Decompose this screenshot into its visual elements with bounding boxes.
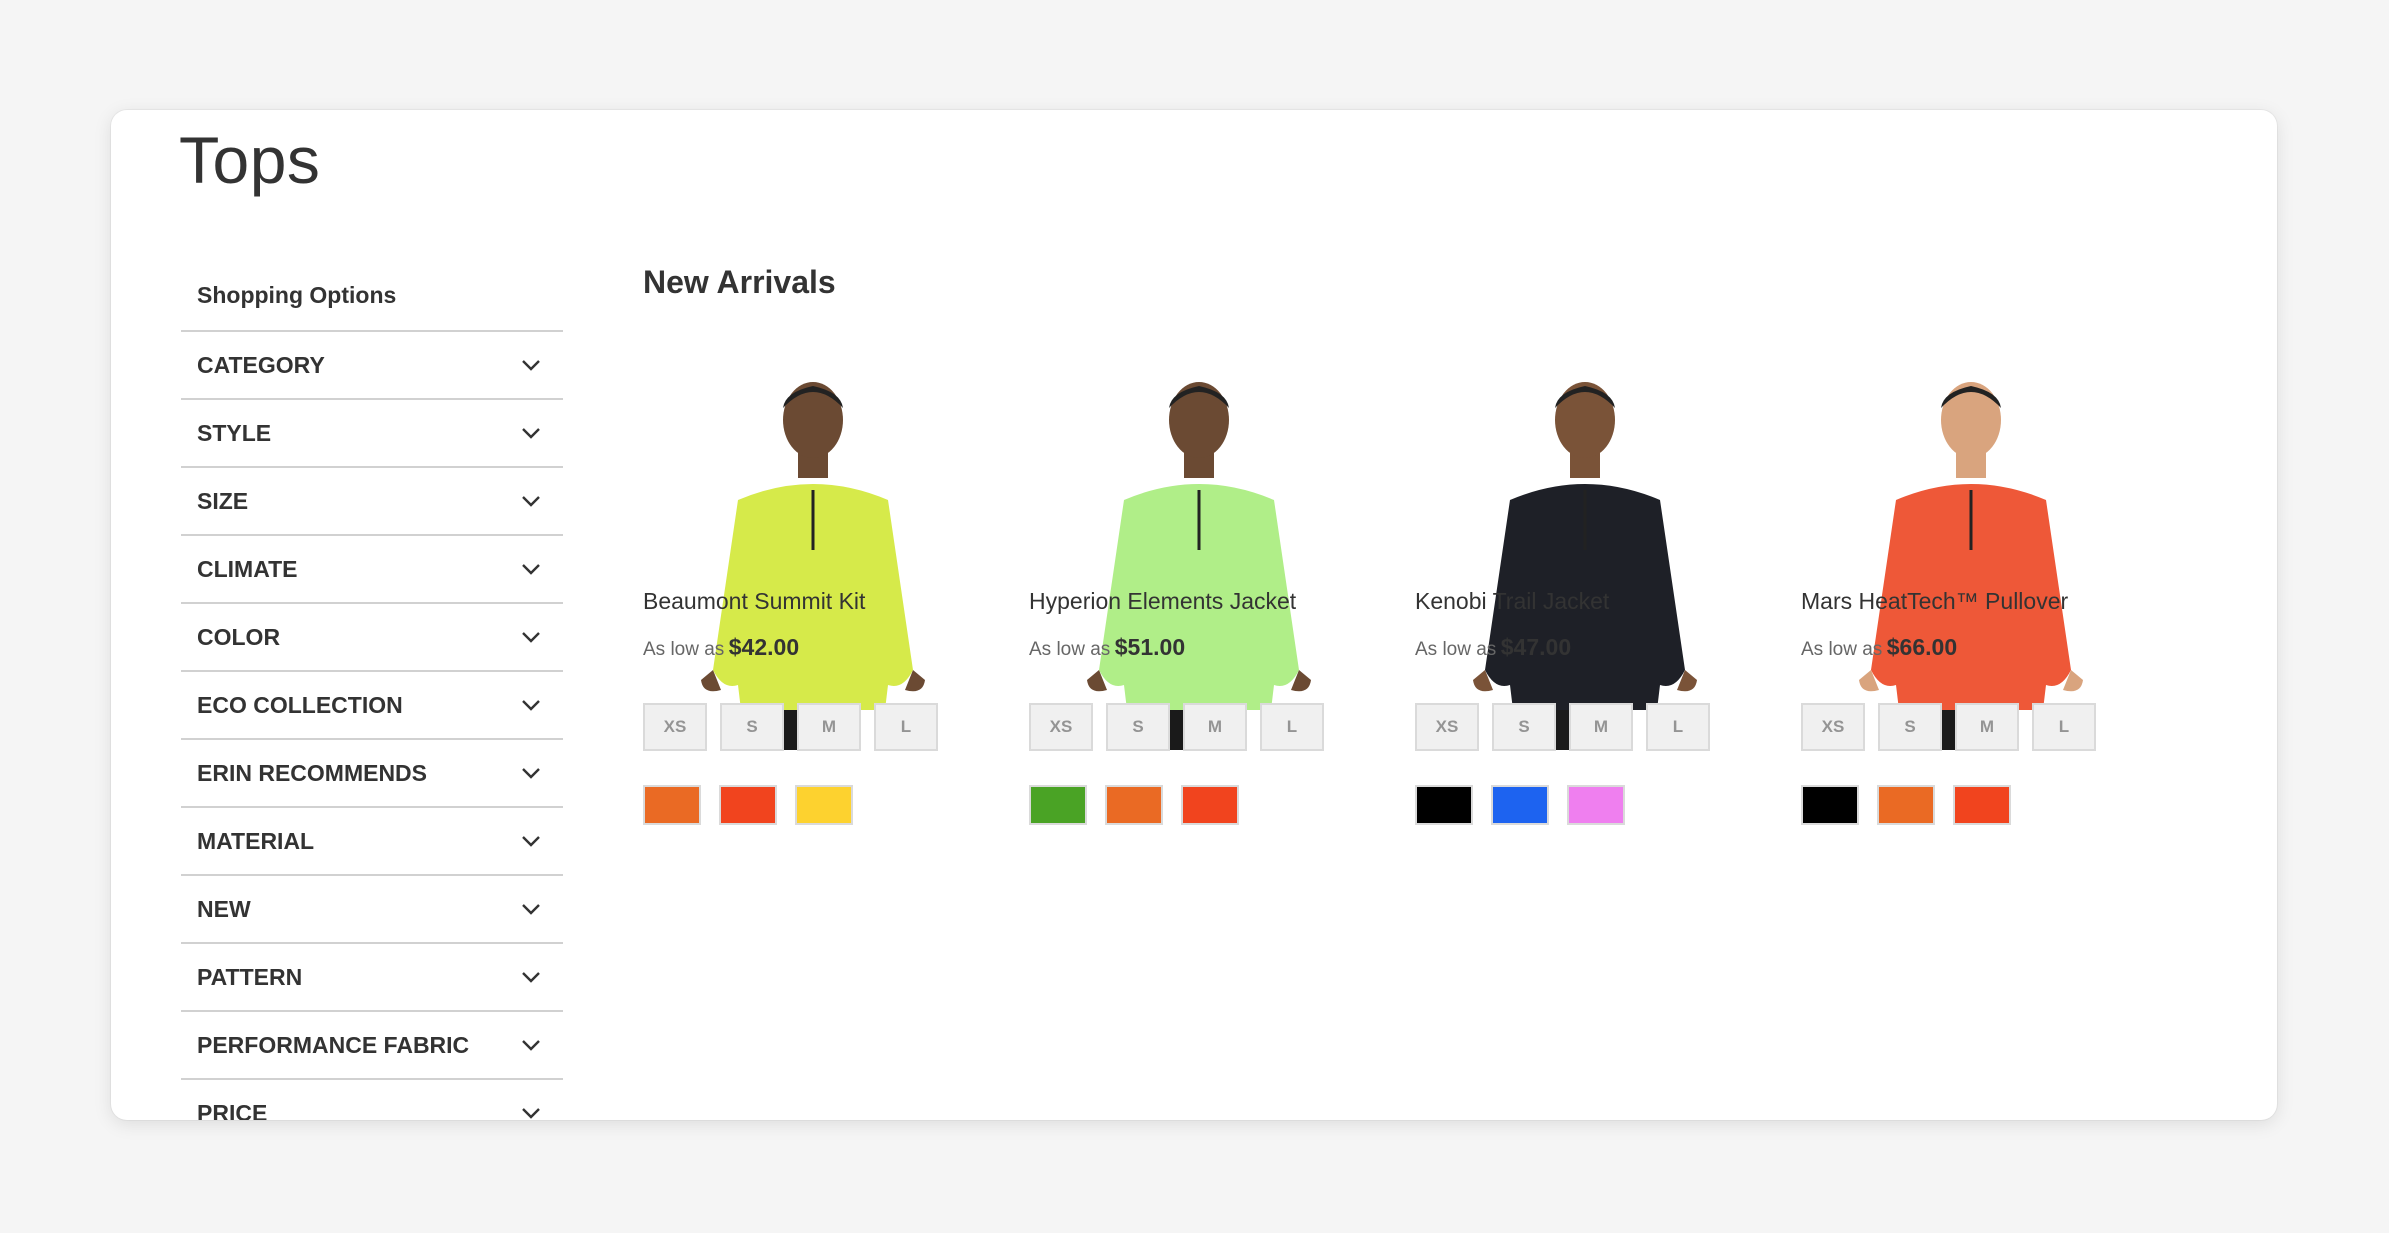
chevron-down-icon [522,632,540,643]
product-price: $42.00 [728,634,800,660]
as-low-as-label: As low as [1801,639,1883,660]
filter-price[interactable]: PRICE [181,1080,563,1120]
filter-pattern[interactable]: PATTERN [181,944,563,1012]
size-option[interactable]: S [1878,703,1942,751]
chevron-down-icon [522,768,540,779]
filter-label: ERIN RECOMMENDS [197,759,428,786]
size-option[interactable]: M [1569,703,1633,751]
color-swatch[interactable] [1567,785,1625,825]
filter-label: ECO COLLECTION [197,691,403,718]
product-price: $66.00 [1886,634,1958,660]
color-swatches [1415,785,1643,825]
size-option[interactable]: XS [643,703,707,751]
filter-category[interactable]: CATEGORY [181,332,563,400]
filter-label: CLIMATE [197,555,298,582]
size-option[interactable]: XS [1801,703,1865,751]
color-swatch[interactable] [1105,785,1163,825]
sidebar: Shopping Options CATEGORY STYLE SIZE CLIMAT… [181,268,563,1120]
filter-label: SIZE [197,487,249,514]
size-option[interactable]: M [1183,703,1247,751]
color-swatch[interactable] [643,785,701,825]
size-option[interactable]: L [1260,703,1324,751]
price-line: As low as $66.00 [1801,634,1957,661]
chevron-down-icon [522,972,540,983]
filter-label: MATERIAL [197,827,315,854]
size-options: XS S M L [1029,703,1337,751]
color-swatch[interactable] [795,785,853,825]
size-option[interactable]: XS [1415,703,1479,751]
filter-label: COLOR [197,623,281,650]
color-swatches [1801,785,2029,825]
filter-material[interactable]: MATERIAL [181,808,563,876]
color-swatch[interactable] [1181,785,1239,825]
chevron-down-icon [522,700,540,711]
page-title: Tops [179,123,321,197]
chevron-down-icon [522,904,540,915]
filter-label: PATTERN [197,963,303,990]
product-price: $51.00 [1114,634,1186,660]
color-swatch[interactable] [1877,785,1935,825]
chevron-down-icon [522,1108,540,1119]
as-low-as-label: As low as [643,639,725,660]
filter-label: PERFORMANCE FABRIC [197,1031,470,1058]
as-low-as-label: As low as [1029,639,1111,660]
color-swatch[interactable] [1415,785,1473,825]
as-low-as-label: As low as [1415,639,1497,660]
size-option[interactable]: S [1492,703,1556,751]
chevron-down-icon [522,496,540,507]
filter-label: CATEGORY [197,351,325,378]
filter-label: NEW [197,895,251,922]
color-swatches [1029,785,1257,825]
price-line: As low as $47.00 [1415,634,1571,661]
filter-style[interactable]: STYLE [181,400,563,468]
chevron-down-icon [522,564,540,575]
filter-climate[interactable]: CLIMATE [181,536,563,604]
color-swatch[interactable] [1491,785,1549,825]
main-content: New Arrivals Beaumont Summit Kit As low a… [643,258,2233,825]
product-name[interactable]: Beaumont Summit Kit [643,588,865,615]
shopping-options-title: Shopping Options [181,268,563,332]
filter-new[interactable]: NEW [181,876,563,944]
chevron-down-icon [522,428,540,439]
color-swatch[interactable] [719,785,777,825]
size-options: XS S M L [643,703,951,751]
size-option[interactable]: L [874,703,938,751]
size-option[interactable]: S [720,703,784,751]
filter-size[interactable]: SIZE [181,468,563,536]
color-swatch[interactable] [1953,785,2011,825]
size-option[interactable]: M [1955,703,2019,751]
color-swatches [643,785,871,825]
size-option[interactable]: L [1646,703,1710,751]
page-card: Tops Shopping Options CATEGORY STYLE SIZE C… [111,110,2277,1120]
chevron-down-icon [522,1040,540,1051]
section-title: New Arrivals [643,264,836,300]
filter-eco-collection[interactable]: ECO COLLECTION [181,672,563,740]
chevron-down-icon [522,836,540,847]
size-option[interactable]: S [1106,703,1170,751]
size-option[interactable]: L [2032,703,2096,751]
size-option[interactable]: M [797,703,861,751]
size-options: XS S M L [1415,703,1723,751]
product-price: $47.00 [1500,634,1572,660]
color-swatch[interactable] [1029,785,1087,825]
chevron-down-icon [522,360,540,371]
size-options: XS S M L [1801,703,2109,751]
product-name[interactable]: Hyperion Elements Jacket [1029,588,1296,615]
size-option[interactable]: XS [1029,703,1093,751]
filter-color[interactable]: COLOR [181,604,563,672]
product-name[interactable]: Mars HeatTech™ Pullover [1801,588,2068,615]
filter-list: CATEGORY STYLE SIZE CLIMATE COLOR ECO COLLECT… [181,332,563,1120]
price-line: As low as $51.00 [1029,634,1185,661]
color-swatch[interactable] [1801,785,1859,825]
filter-erin-recommends[interactable]: ERIN RECOMMENDS [181,740,563,808]
filter-label: STYLE [197,419,272,446]
filter-performance-fabric[interactable]: PERFORMANCE FABRIC [181,1012,563,1080]
price-line: As low as $42.00 [643,634,799,661]
product-name[interactable]: Kenobi Trail Jacket [1415,588,1609,615]
filter-label: PRICE [197,1099,268,1121]
